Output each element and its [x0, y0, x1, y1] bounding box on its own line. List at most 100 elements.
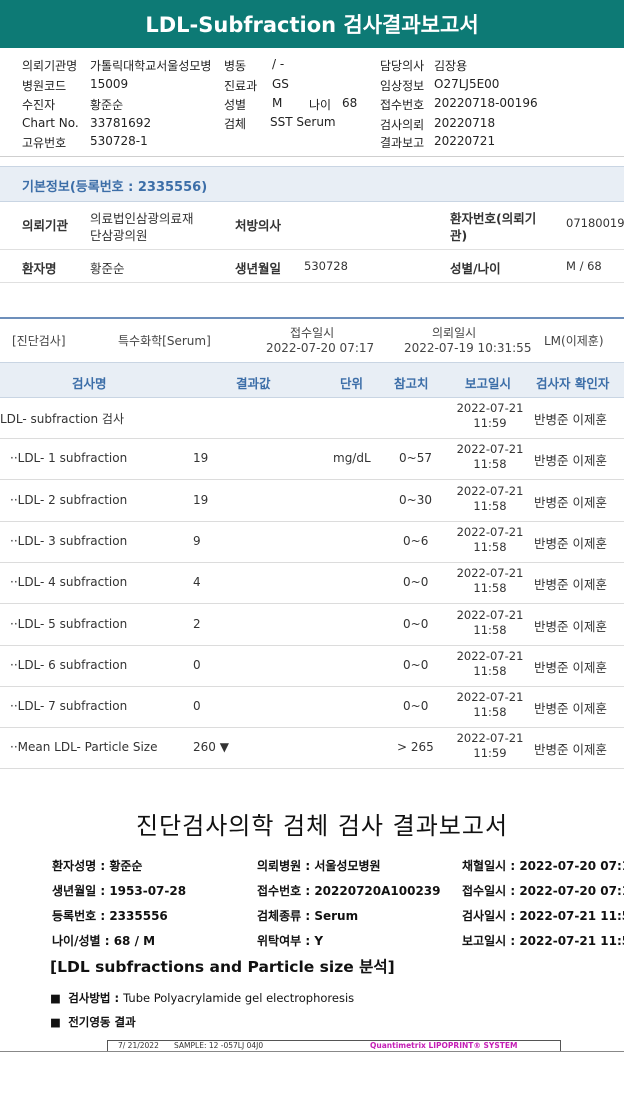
col-header-date: 보고일시	[465, 376, 512, 391]
specimen-label: 검체	[224, 117, 247, 131]
clinical-label: 임상정보	[380, 79, 425, 93]
confirmer: 반병준 이제훈	[534, 453, 607, 468]
request-time-label: 의뢰일시	[432, 326, 477, 340]
result-value: 2	[193, 617, 201, 631]
strip-date: 7/ 21/2022	[118, 1041, 159, 1050]
report-time: 11:58	[473, 457, 507, 471]
report-field-value: 황준순	[109, 859, 143, 873]
exam-category: [진단검사]	[12, 334, 66, 348]
report-field-label: 검체종류 :	[257, 909, 315, 923]
report-field-value: Serum	[314, 909, 359, 923]
unique-value: 530728-1	[90, 134, 148, 148]
bottom-divider	[0, 1051, 624, 1052]
reference-range: 0~30	[399, 493, 432, 507]
report-field-value: 20220720A100239	[314, 884, 441, 898]
report-datetime: 2022-07-21 11:58	[452, 566, 528, 596]
table-row: ··LDL- 6 subfraction 0 0~0 2022-07-21 11:…	[0, 645, 624, 687]
col-header-result: 결과값	[236, 376, 271, 391]
report-field-label: 의뢰병원 :	[257, 859, 315, 873]
report-date: 2022-07-21	[456, 566, 524, 580]
sex-age-value: M / 68	[566, 259, 602, 273]
report-field-value: 2335556	[109, 909, 168, 923]
report-time: 11:58	[473, 581, 507, 595]
table-row: ··Mean LDL- Particle Size 260 ▼ > 265 20…	[0, 727, 624, 769]
report-time: 11:58	[473, 540, 507, 554]
report-field-value: 68 / M	[113, 934, 156, 948]
report-field-label: 나이/성별 :	[52, 934, 114, 948]
divider	[0, 156, 624, 157]
report-field: 나이/성별 : 68 / M	[52, 932, 155, 949]
table-row: ··LDL- 4 subfraction 4 0~0 2022-07-21 11:…	[0, 562, 624, 604]
report-time: 11:59	[473, 746, 507, 760]
report-datetime: 2022-07-21 11:58	[452, 649, 528, 679]
dept-label: 진료과	[224, 79, 258, 93]
report-field-value: 2022-07-21 11:51	[519, 934, 624, 948]
bullet-icon: ■	[50, 1015, 61, 1029]
test-name: ··LDL- 7 subfraction	[10, 699, 128, 713]
req-inst-label: 의뢰기관	[22, 218, 69, 233]
report-field-label: 등록번호 :	[52, 909, 110, 923]
institution-label: 의뢰기관명	[22, 59, 78, 73]
request-date-value: 20220718	[434, 116, 496, 130]
report-date: 2022-07-21	[456, 608, 524, 622]
report-field: 위탁여부 : Y	[257, 932, 323, 949]
report-field-label: 접수번호 :	[257, 884, 315, 898]
table-row: LDL- subfraction 검사 2022-07-21 11:59 반병준 …	[0, 397, 624, 439]
patient-name-label: 환자명	[22, 261, 57, 276]
test-name: ··LDL- 5 subfraction	[10, 617, 128, 631]
chart-label: Chart No.	[22, 116, 79, 130]
report-datetime: 2022-07-21 11:59	[452, 731, 528, 761]
report-datetime: 2022-07-21 11:58	[452, 484, 528, 514]
report-field-label: 채혈일시 :	[462, 859, 520, 873]
report-field: 검사일시 : 2022-07-21 11:51	[462, 907, 624, 924]
reference-range: > 265	[397, 740, 434, 754]
analysis-section-title: [LDL subfractions and Particle size 분석]	[50, 958, 395, 976]
report-time: 11:58	[473, 705, 507, 719]
report-datetime: 2022-07-21 11:58	[452, 690, 528, 720]
report-time: 11:58	[473, 499, 507, 513]
birth-value: 530728	[304, 259, 348, 273]
col-header-ref: 참고치	[394, 376, 429, 391]
doctor-value: 김장용	[434, 59, 468, 73]
result-value: 9	[193, 534, 201, 548]
test-name: ··LDL- 2 subfraction	[10, 493, 128, 507]
dept-value: GS	[272, 77, 289, 91]
sex-label: 성별	[224, 98, 247, 112]
table-row: ··LDL- 7 subfraction 0 0~0 2022-07-21 11:…	[0, 686, 624, 728]
clinical-value: O27LJ5E00	[434, 77, 500, 91]
receipt-no-label: 접수번호	[380, 98, 425, 112]
strip-sample: SAMPLE: 12 -057LJ 04J0	[174, 1041, 264, 1050]
results-table-header: 검사명 결과값 단위 참고치 보고일시 검사자 확인자	[0, 362, 624, 398]
confirmer: 반병준 이제훈	[534, 536, 607, 551]
request-time-value: 2022-07-19 10:31:55	[404, 341, 532, 355]
electro-label: 전기영동 결과	[68, 1015, 136, 1029]
strip-system: Quantimetrix LIPOPRINT® SYSTEM	[370, 1041, 518, 1050]
col-header-confirm: 검사자 확인자	[536, 376, 610, 391]
report-field-value: 2022-07-20 07:17	[519, 884, 624, 898]
exam-confirmer: LM(이제훈)	[544, 334, 604, 348]
report-field-label: 생년월일 :	[52, 884, 110, 898]
report-field: 보고일시 : 2022-07-21 11:51	[462, 932, 624, 949]
report-datetime: 2022-07-21 11:58	[452, 608, 528, 638]
report-field: 채혈일시 : 2022-07-20 07:17	[462, 857, 624, 874]
result-value: 4	[193, 575, 201, 589]
patient-no-label-line2: 관)	[450, 228, 468, 243]
patient-name-value: 황준순	[90, 261, 125, 276]
report-field-value: 서울성모병원	[314, 859, 381, 873]
test-name: ··LDL- 3 subfraction	[10, 534, 128, 548]
report-field: 검체종류 : Serum	[257, 907, 358, 924]
reference-range: 0~0	[403, 575, 429, 589]
result-value: 260 ▼	[193, 740, 229, 754]
receipt-time-label: 접수일시	[290, 326, 335, 340]
report-field: 의뢰병원 : 서울성모병원	[257, 857, 381, 874]
bullet-icon: ■	[50, 991, 61, 1005]
report-date: 2022-07-21	[456, 649, 524, 663]
report-field-value: 2022-07-20 07:17	[519, 859, 624, 873]
report-field-value: 1953-07-28	[109, 884, 187, 898]
report-field-label: 검사일시 :	[462, 909, 520, 923]
ward-label: 병동	[224, 59, 247, 73]
table-row: ··LDL- 1 subfraction 19 mg/dL 0~57 2022-…	[0, 438, 624, 480]
report-time: 11:58	[473, 623, 507, 637]
result-value: 19	[193, 451, 209, 465]
sex-value: M	[272, 96, 283, 110]
